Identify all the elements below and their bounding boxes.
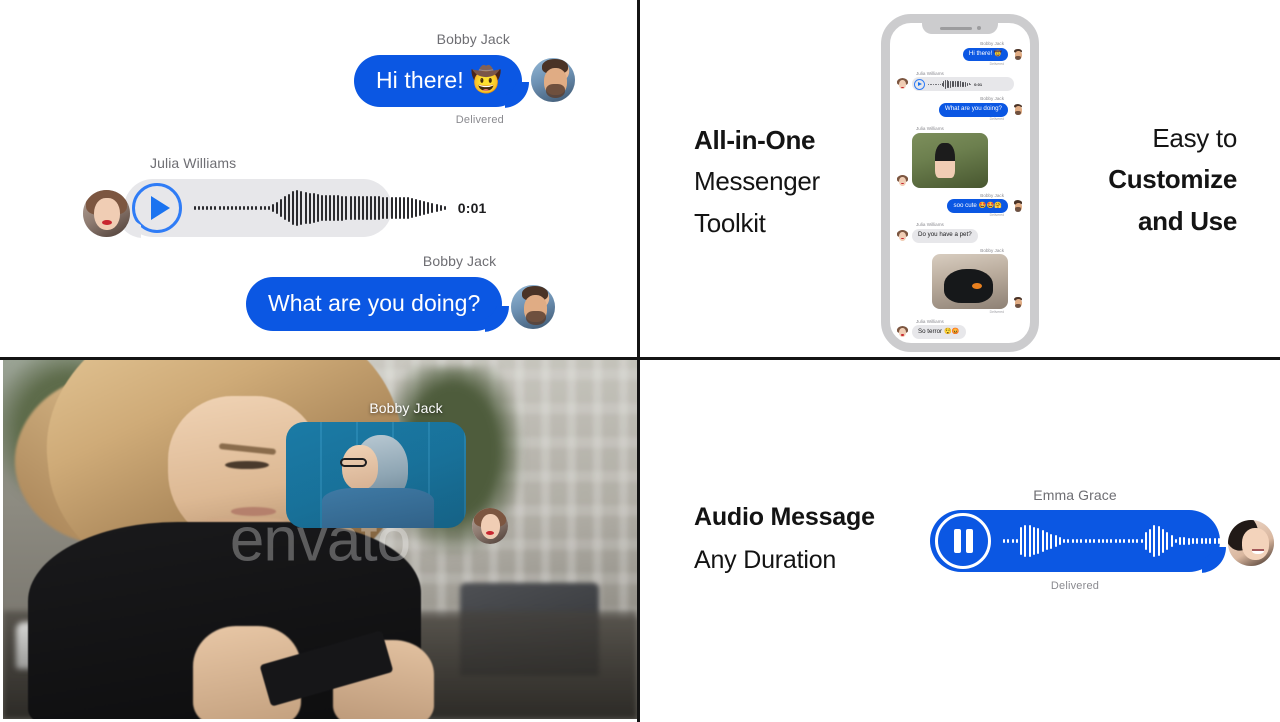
- panel-title: Audio Message: [694, 503, 875, 531]
- chat-bubble[interactable]: soo cute 🤩🤩🤗: [947, 199, 1008, 213]
- phone-message: Bobby Jack Hi there! 🤠 Delivered: [896, 41, 1024, 66]
- sender-name: Bobby Jack: [422, 253, 497, 269]
- chat-bubble[interactable]: What are you doing?: [938, 102, 1008, 117]
- phone-message: Julia Williams Do you have a pet?: [896, 222, 1024, 243]
- headline-line: Customize: [1108, 164, 1237, 195]
- avatar[interactable]: [472, 508, 508, 544]
- bubble-text: Do you have a pet?: [918, 231, 972, 239]
- audio-message-bubble[interactable]: 0:01: [912, 77, 1014, 92]
- sender-name: Bobby Jack: [369, 400, 443, 416]
- phone-message: Bobby Jack What are you doing? Delivered: [896, 96, 1024, 121]
- bubble-tail-icon: [505, 82, 531, 108]
- delivery-status: Delivered: [989, 61, 1004, 66]
- sender-name: Bobby Jack: [980, 41, 1004, 46]
- waveform-icon: [1003, 521, 1233, 561]
- bubble-tail-icon: [1202, 547, 1228, 573]
- cowboy-emoji-icon: 🤠: [994, 50, 1002, 57]
- avatar[interactable]: [1011, 48, 1024, 61]
- waveform-icon: [194, 188, 446, 228]
- avatar[interactable]: [896, 229, 909, 243]
- bubble-text: So terror: [918, 327, 943, 335]
- audio-duration: 0:01: [974, 81, 983, 87]
- avatar[interactable]: [896, 78, 909, 91]
- audio-duration: 0:01: [457, 200, 487, 216]
- avatar[interactable]: [83, 190, 130, 237]
- four-panel-showcase: Bobby Jack Hi there! 🤠 Delivered Julia W…: [0, 0, 1280, 722]
- panel-main-chat: Bobby Jack Hi there! 🤠 Delivered Julia W…: [0, 0, 640, 360]
- audio-headline: Audio Message Any Duration: [694, 503, 875, 575]
- girl-on-grass-photo[interactable]: [912, 132, 988, 188]
- panel-phone-preview: All-in-One Messenger Toolkit Easy to Cus…: [640, 0, 1280, 360]
- chat-bubble[interactable]: Hi there! 🤠: [962, 47, 1008, 62]
- headline-line: Messenger: [694, 166, 820, 197]
- avatar[interactable]: [511, 285, 556, 329]
- cowboy-emoji-icon: 🤠: [470, 66, 502, 94]
- delivery-status: Delivered: [989, 213, 1004, 218]
- hoodie-girl-photo[interactable]: [286, 422, 466, 528]
- play-icon[interactable]: [914, 78, 925, 90]
- phone-message: Julia Williams So terror 😲😡: [896, 318, 1024, 340]
- headline-line: All-in-One: [694, 125, 816, 155]
- headline-right: Easy to Customize and Use: [1007, 123, 1237, 236]
- message-row: Emma Grace 0:02 Delivered: [930, 487, 1274, 592]
- message-row: Bobby Jack Hi there! 🤠 Delivered: [353, 31, 575, 126]
- audio-message-bubble[interactable]: 0:01: [124, 179, 486, 237]
- sender-name: Bobby Jack: [980, 247, 1004, 253]
- phone-message: Bobby Jack soo cute 🤩🤩🤗 Delivered: [896, 192, 1024, 218]
- panel-video-overlay: envato Bobby Jack Bobby Jack: [0, 360, 640, 722]
- bubble-text: Hi there!: [375, 67, 464, 94]
- phone-message: Julia Williams 0:01: [896, 71, 1024, 92]
- audio-message-bubble[interactable]: 0:02: [930, 510, 1273, 572]
- sender-name: Julia Williams: [916, 126, 944, 132]
- bubble-text: What are you doing?: [268, 290, 481, 316]
- black-dog-photo[interactable]: [932, 254, 1008, 310]
- bubble-text: Hi there!: [968, 50, 993, 57]
- message-row: Julia Williams 0:01: [83, 155, 486, 237]
- chat-bubble[interactable]: So terror 😲😡: [912, 325, 966, 340]
- sender-name: Emma Grace: [1033, 487, 1117, 503]
- sender-name: Julia Williams: [916, 318, 944, 324]
- delivery-status: Delivered: [455, 114, 504, 126]
- phone-message: Julia Williams: [896, 126, 1024, 188]
- avatar[interactable]: [531, 58, 575, 102]
- delivery-status: Delivered: [1050, 580, 1100, 592]
- avatar[interactable]: [1011, 296, 1024, 309]
- headline-line: Toolkit: [694, 207, 766, 238]
- sender-name: Julia Williams: [150, 155, 237, 171]
- avatar[interactable]: [1011, 103, 1024, 117]
- phone-message: Bobby Jack Delivered: [896, 248, 1024, 314]
- waveform-icon: [928, 79, 972, 89]
- emoji-icon: 🤩🤩🤗: [978, 201, 1002, 209]
- phone-screen: Bobby Jack Hi there! 🤠 Delivered Julia W…: [890, 23, 1030, 343]
- bubble-tail-icon: [485, 306, 511, 332]
- sender-name: Bobby Jack: [980, 96, 1004, 102]
- sender-name: Bobby Jack: [980, 192, 1004, 198]
- delivery-status: Delivered: [989, 117, 1004, 122]
- avatar[interactable]: [1228, 520, 1274, 566]
- phone-mockup: Bobby Jack Hi there! 🤠 Delivered Julia W…: [881, 14, 1039, 352]
- message-row: Bobby Jack: [286, 400, 508, 544]
- panel-audio-message: Audio Message Any Duration Emma Grace 0:…: [640, 360, 1280, 722]
- pause-icon[interactable]: [935, 513, 991, 569]
- chat-bubble[interactable]: What are you doing?: [246, 277, 503, 331]
- headline-line: and Use: [1137, 205, 1237, 236]
- chat-bubble[interactable]: Do you have a pet?: [912, 228, 978, 243]
- headline-line: Easy to: [1152, 123, 1237, 153]
- avatar[interactable]: [896, 326, 909, 339]
- sender-name: Julia Williams: [916, 70, 944, 76]
- bubble-text: soo cute: [953, 201, 977, 209]
- bubble-text: What are you doing?: [944, 105, 1002, 113]
- emoji-icon: 😲😡: [944, 327, 960, 335]
- chat-bubble[interactable]: Hi there! 🤠: [353, 55, 522, 107]
- delivery-status: Delivered: [989, 309, 1004, 314]
- sender-name: Bobby Jack: [436, 31, 510, 47]
- avatar[interactable]: [896, 174, 909, 188]
- panel-subtitle: Any Duration: [694, 546, 837, 574]
- sender-name: Julia Williams: [916, 222, 944, 228]
- headline-left: All-in-One Messenger Toolkit: [694, 125, 904, 238]
- avatar[interactable]: [1011, 200, 1024, 213]
- message-row: Bobby Jack What are you doing?: [246, 253, 556, 331]
